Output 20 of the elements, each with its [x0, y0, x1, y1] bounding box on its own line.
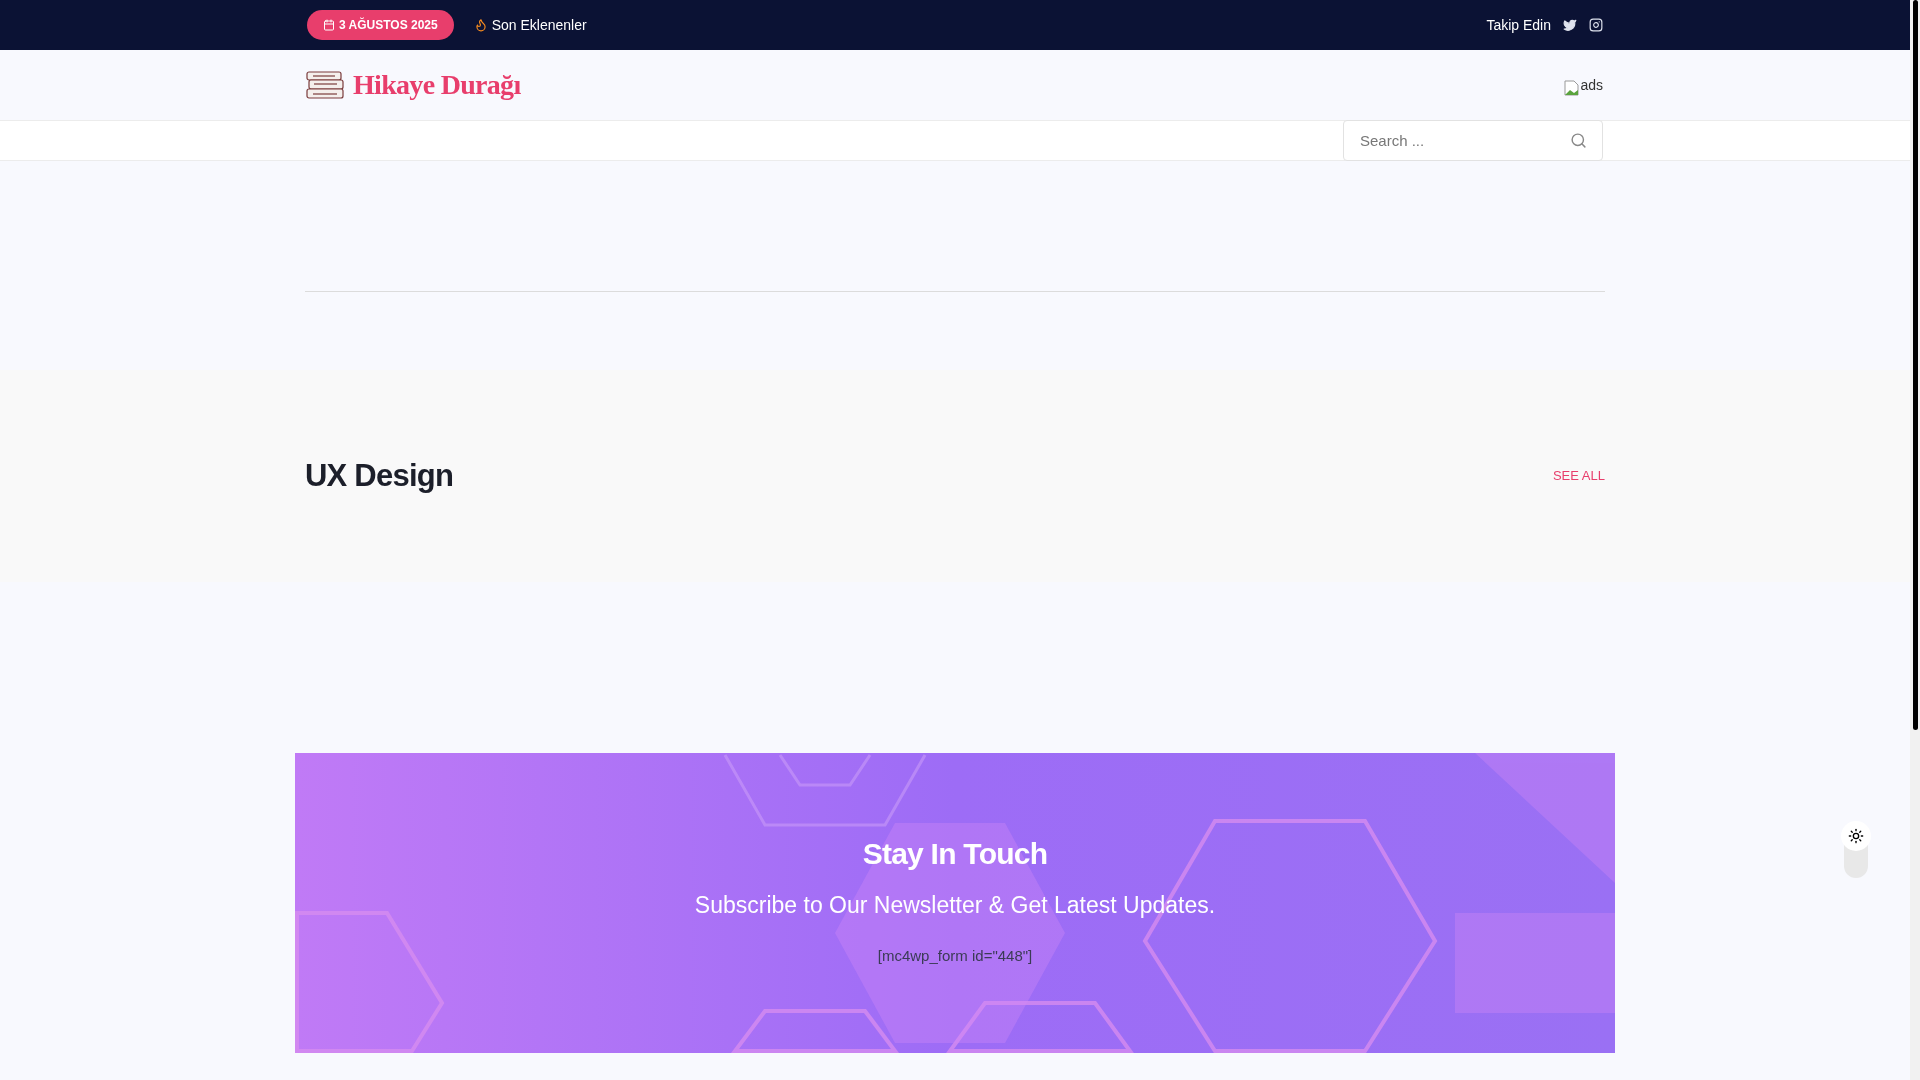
- newsletter-subtitle: Subscribe to Our Newsletter & Get Latest Updates.: [694, 891, 1216, 920]
- section-title: UX Design: [305, 456, 454, 495]
- logo-text[interactable]: Hikaye Durağı: [353, 64, 521, 106]
- see-all-link[interactable]: SEE ALL: [1552, 466, 1605, 486]
- calendar-icon: [323, 19, 335, 31]
- newsletter-title: Stay In Touch: [862, 836, 1048, 872]
- flame-icon: [473, 18, 488, 32]
- date-badge: 3 AĞUSTOS 2025: [307, 10, 454, 40]
- theme-toggle[interactable]: [1844, 824, 1868, 878]
- follow-label: Takip Edin: [1486, 15, 1551, 35]
- form-shortcode: [mc4wp_form id="448"]: [877, 945, 1033, 966]
- latest-posts-link[interactable]: Son Eklenenler: [473, 14, 587, 36]
- scrollbar[interactable]: [1910, 0, 1920, 1080]
- instagram-link[interactable]: [1589, 18, 1603, 32]
- broken-image-icon: [1564, 79, 1581, 96]
- twitter-link[interactable]: [1563, 18, 1577, 32]
- ad-image: ads: [1564, 74, 1603, 96]
- sun-icon: [1848, 828, 1864, 844]
- search-icon[interactable]: [1570, 132, 1587, 149]
- search-field[interactable]: Search ...: [1343, 120, 1603, 161]
